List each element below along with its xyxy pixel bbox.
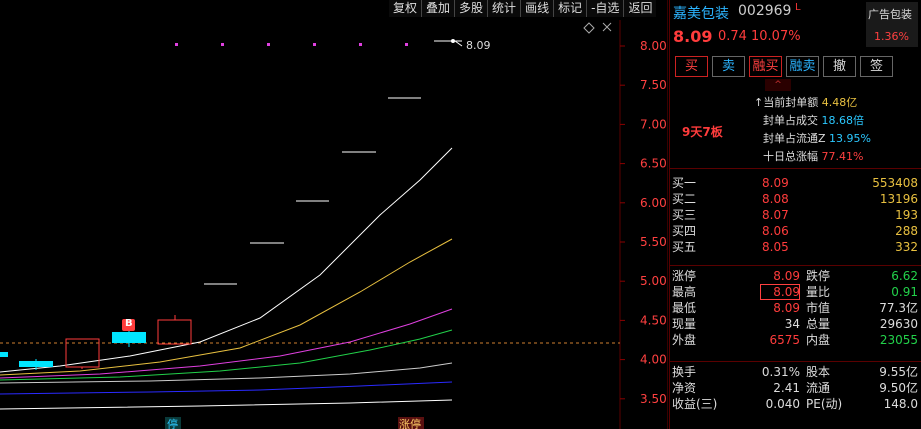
y-tick-label: 6.00 <box>640 196 667 210</box>
toolbar-mark-button[interactable]: 标记 <box>553 0 586 17</box>
table-row: 最低 8.09 市值 77.3亿 <box>672 301 918 315</box>
y-tick-label: 3.50 <box>640 392 667 406</box>
consecutive-limit-label: 9天7板 <box>682 125 723 139</box>
y-tick-label: 8.00 <box>640 39 667 53</box>
table-row: 买三 8.07 193 <box>672 208 918 222</box>
toolbar-stats-button[interactable]: 统计 <box>487 0 520 17</box>
ma30-line <box>0 329 453 381</box>
sector-change: 1.36% <box>874 30 909 43</box>
diamond-icon <box>583 22 595 34</box>
y-tick-label: 5.00 <box>640 274 667 288</box>
seal-float-ratio: 封单占流通Z 13.95% <box>763 132 871 145</box>
price-change-pct: 10.07% <box>751 29 801 44</box>
margin-sell-button[interactable]: 融卖 <box>786 56 819 77</box>
ma5-line <box>0 147 453 373</box>
table-row: 收益(三) 0.040 PE(动) 148.0 <box>672 397 918 411</box>
table-row: 买二 8.08 13196 <box>672 192 918 206</box>
stock-name[interactable]: 嘉美包装 <box>673 3 729 23</box>
chart-toolbar: 复权 叠加 多股 统计 画线 标记 -自选 返回 <box>389 0 657 17</box>
y-tick-label: 6.50 <box>640 157 667 171</box>
candle <box>0 352 8 357</box>
y-tick-label: 4.50 <box>640 313 667 327</box>
fundamentals-table: 换手 0.31% 股本 9.55亿 净资 2.41 流通 9.50亿 收益(三) 0.040 P… <box>672 364 918 412</box>
current-price: 8.09 <box>673 27 713 46</box>
toolbar-back-button[interactable]: 返回 <box>623 0 656 17</box>
seal-current: ↑当前封单额 4.48亿 <box>754 96 858 109</box>
toolbar-fuquan-button[interactable]: 复权 <box>389 0 421 17</box>
ma60-line <box>0 362 453 384</box>
halt-tag: 停 <box>167 418 178 429</box>
toolbar-multi-stock-button[interactable]: 多股 <box>454 0 487 17</box>
y-tick-label: 4.00 <box>640 353 667 367</box>
sector-box[interactable]: 广告包装 1.36% <box>866 2 918 47</box>
table-row: 净资 2.41 流通 9.50亿 <box>672 381 918 395</box>
y-tick-label: 7.00 <box>640 117 667 131</box>
stock-code: 002969 <box>738 3 792 19</box>
kline-chart-svg[interactable]: 8.00 7.50 7.00 6.50 6.00 5.50 5.00 4.50 4.00 3.50 <box>0 0 667 429</box>
stats-table: 涨停 8.09 跌停 6.62 最高 8.09 量比 0.91 最低 8.09 市值 77.3亿 … <box>672 268 918 348</box>
separator <box>670 265 921 266</box>
trade-buttons: 买 卖 融买 融卖 撤 签 <box>675 56 897 77</box>
table-row: 现量 34 总量 29630 <box>672 317 918 331</box>
table-row: 买一 8.09 553408 <box>672 176 918 190</box>
ma120-line <box>0 381 453 395</box>
stock-mark: L <box>795 2 801 13</box>
panel-divider <box>667 0 668 429</box>
ma250-line <box>0 399 453 410</box>
toolbar-overlay-button[interactable]: 叠加 <box>421 0 454 17</box>
ten-day-gain: 十日总涨幅 77.41% <box>763 150 864 163</box>
margin-buy-button[interactable]: 融买 <box>749 56 782 77</box>
buy-marker-label: B <box>125 318 133 329</box>
last-price-label: 8.09 <box>466 39 491 52</box>
separator <box>670 168 921 169</box>
cancel-order-button[interactable]: 撤 <box>823 56 856 77</box>
toolbar-draw-line-button[interactable]: 画线 <box>520 0 553 17</box>
table-row: 换手 0.31% 股本 9.55亿 <box>672 365 918 379</box>
limit-up-tag: 涨停 <box>399 418 421 429</box>
candle <box>157 319 192 345</box>
seal-deal-ratio: 封单占成交 18.68倍 <box>763 114 864 127</box>
order-book: 买一 8.09 553408 买二 8.08 13196 买三 8.07 193 买四 8.0… <box>672 175 918 255</box>
separator <box>670 361 921 362</box>
table-row: 最高 8.09 量比 0.91 <box>672 284 918 300</box>
table-row: 买四 8.06 288 <box>672 224 918 238</box>
table-row: 涨停 8.09 跌停 6.62 <box>672 269 918 283</box>
collapse-toggle[interactable]: ^ <box>765 79 791 91</box>
sector-name: 广告包装 <box>868 8 912 21</box>
price-change: 0.74 <box>718 29 747 44</box>
sign-button[interactable]: 签 <box>860 56 893 77</box>
close-icon <box>602 22 612 32</box>
y-tick-label: 7.50 <box>640 78 667 92</box>
sell-button[interactable]: 卖 <box>712 56 745 77</box>
limit-up-dots <box>175 43 408 46</box>
buy-button[interactable]: 买 <box>675 56 708 77</box>
toolbar-remove-watchlist-button[interactable]: -自选 <box>586 0 623 17</box>
kline-chart[interactable]: 8.00 7.50 7.00 6.50 6.00 5.50 5.00 4.50 4.00 3.50… <box>0 0 667 429</box>
table-row: 外盘 6575 内盘 23055 <box>672 333 918 347</box>
ma10-line <box>0 238 453 376</box>
table-row: 买五 8.05 332 <box>672 240 918 254</box>
y-tick-label: 5.50 <box>640 235 667 249</box>
